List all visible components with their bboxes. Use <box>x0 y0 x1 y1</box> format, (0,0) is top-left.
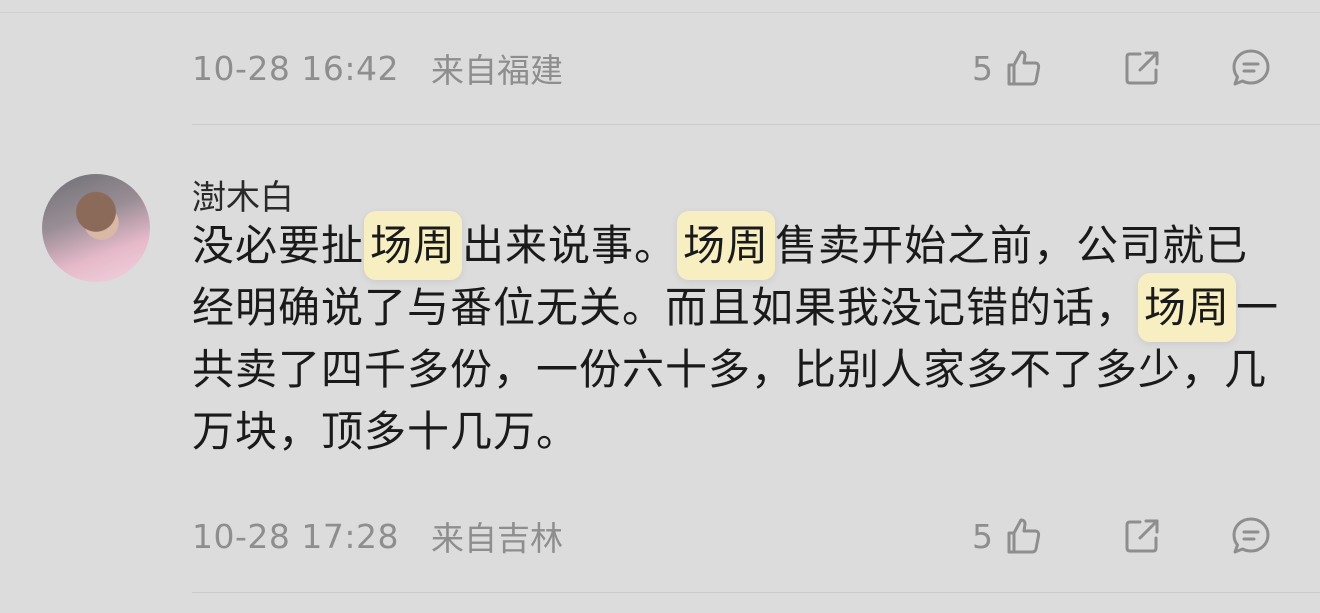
share-icon <box>1122 48 1162 88</box>
comment-location: 来自吉林 <box>430 519 563 558</box>
comment-location: 来自福建 <box>430 51 563 90</box>
keyword-highlight[interactable]: 场周 <box>364 211 463 280</box>
like-button[interactable]: 5 <box>972 514 1043 558</box>
comment-divider <box>192 124 1320 125</box>
reply-button[interactable] <box>1230 46 1272 90</box>
share-icon <box>1122 516 1162 556</box>
keyword-highlight[interactable]: 场周 <box>677 211 776 280</box>
thumbs-up-icon <box>1003 516 1043 556</box>
like-count: 5 <box>972 48 993 88</box>
comment-meta-row: 10-28 16:42 来自福建 5 <box>192 46 1320 90</box>
comment-timestamp: 10-28 16:42 <box>192 48 399 88</box>
like-count: 5 <box>972 516 993 556</box>
comment-text-part: 出来说事。 <box>462 221 678 270</box>
comment-text: 没必要扯 场周 出来说事。 场周 售卖开始之前，公司就已经明确说了与番位无关。而且如果我… <box>192 211 1282 463</box>
comment-username[interactable]: 澍木白 <box>192 170 294 219</box>
comment-icon <box>1230 47 1272 89</box>
comment-meta-row: 10-28 17:28 来自吉林 5 <box>192 514 1320 558</box>
comment-icon <box>1230 515 1272 557</box>
top-divider <box>0 12 1320 13</box>
avatar[interactable] <box>42 174 150 282</box>
like-button[interactable]: 5 <box>972 46 1043 90</box>
comment-timestamp: 10-28 17:28 <box>192 516 399 556</box>
share-button[interactable] <box>1122 46 1162 90</box>
reply-button[interactable] <box>1230 514 1272 558</box>
share-button[interactable] <box>1122 514 1162 558</box>
comment-text-part: 没必要扯 <box>192 221 365 270</box>
keyword-highlight[interactable]: 场周 <box>1138 273 1237 342</box>
thumbs-up-icon <box>1003 48 1043 88</box>
comment-divider <box>192 592 1320 593</box>
